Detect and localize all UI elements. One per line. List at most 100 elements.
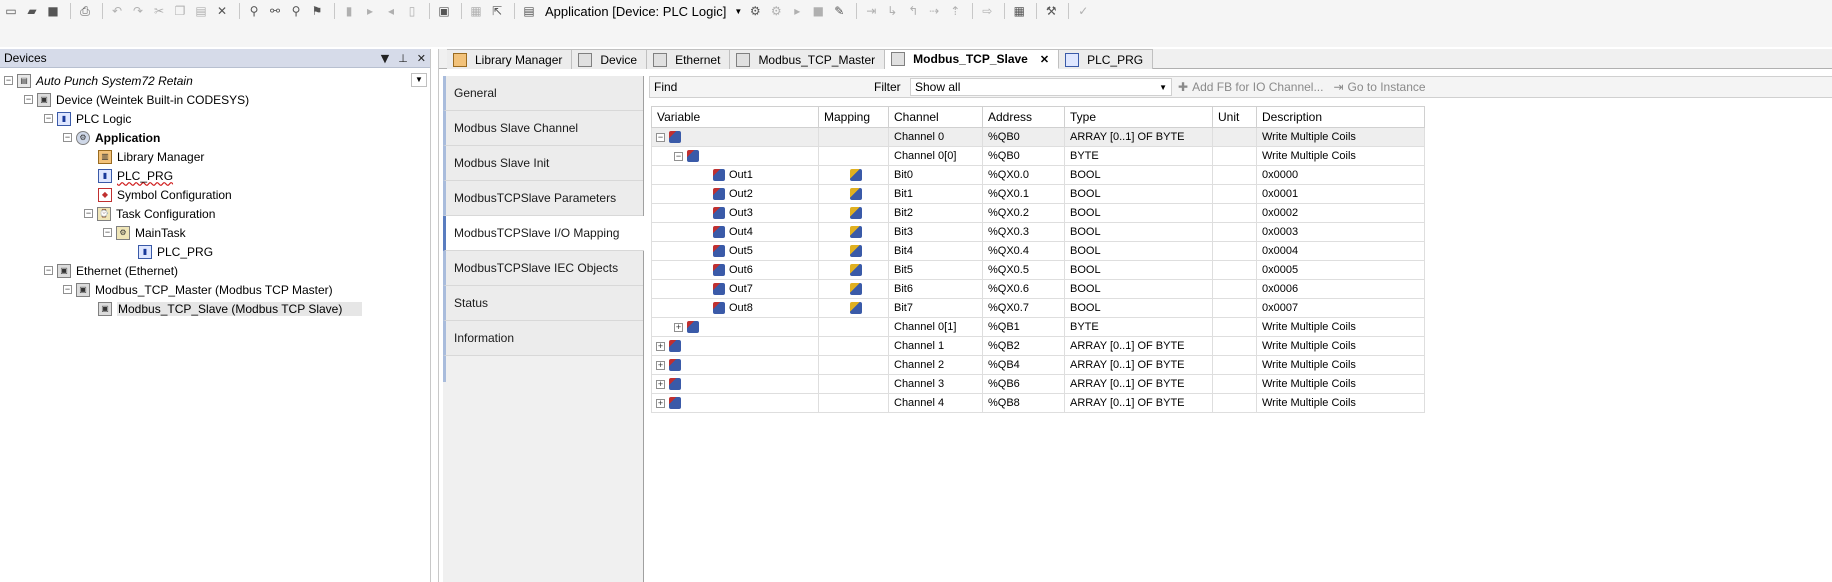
tree-dropdown-button[interactable]: ▼ <box>411 73 427 87</box>
mapping-cell[interactable] <box>818 317 889 337</box>
table-row[interactable]: Out1 Bit0 %QX0.0 BOOL 0x0000 <box>651 165 1425 185</box>
variable-cell[interactable]: + <box>651 393 819 413</box>
column-mapping[interactable]: Mapping <box>818 106 889 128</box>
step-out-icon[interactable]: ↰ <box>904 2 922 20</box>
expand-icon[interactable]: + <box>674 322 683 332</box>
go-to-instance-button[interactable]: ⇥ Go to Instance <box>1333 80 1425 94</box>
column-description[interactable]: Description <box>1256 106 1425 128</box>
mapping-cell[interactable] <box>818 184 889 204</box>
mapping-cell[interactable] <box>818 203 889 223</box>
mapping-cell[interactable] <box>818 222 889 242</box>
mapping-cell[interactable] <box>818 127 889 147</box>
tree-item-plc-logic[interactable]: − ▮ PLC Logic <box>0 109 430 128</box>
tree-item-task-configuration[interactable]: − ⌚ Task Configuration <box>0 204 430 223</box>
expand-icon[interactable]: + <box>656 360 665 370</box>
paste-icon[interactable]: ▤ <box>192 2 210 20</box>
column-type[interactable]: Type <box>1064 106 1213 128</box>
replace-icon[interactable]: ⚯ <box>266 2 284 20</box>
page-general[interactable]: General <box>443 76 643 111</box>
variable-cell[interactable]: Out5 <box>651 241 819 261</box>
mapping-cell[interactable] <box>818 393 889 413</box>
variable-cell[interactable]: Out4 <box>651 222 819 242</box>
expand-icon[interactable]: + <box>656 398 665 408</box>
page-modbustcpslave-parameters[interactable]: ModbusTCPSlave Parameters <box>443 181 643 216</box>
variable-cell[interactable]: + <box>651 317 819 337</box>
bookmark-search-icon[interactable]: ⚑ <box>308 2 326 20</box>
collapse-icon[interactable]: − <box>84 209 93 218</box>
collapse-icon[interactable]: − <box>24 95 33 104</box>
column-address[interactable]: Address <box>982 106 1065 128</box>
variable-cell[interactable]: + <box>651 355 819 375</box>
tree-item-application[interactable]: − ⚙ Application <box>0 128 430 147</box>
mapping-cell[interactable] <box>818 355 889 375</box>
cut-icon[interactable]: ✂ <box>150 2 168 20</box>
grid-icon[interactable]: ▦ <box>467 2 485 20</box>
table-row[interactable]: − Channel 0 %QB0 ARRAY [0..1] OF BYTE Write … <box>651 127 1425 147</box>
variable-cell[interactable]: Out6 <box>651 260 819 280</box>
page-modbus-slave-channel[interactable]: Modbus Slave Channel <box>443 111 643 146</box>
step-into-icon[interactable]: ↳ <box>883 2 901 20</box>
previous-bookmark-icon[interactable]: ◂ <box>382 2 400 20</box>
tab-library-manager[interactable]: Library Manager <box>447 49 573 69</box>
reset-icon[interactable]: ✎ <box>830 2 848 20</box>
variable-cell[interactable]: Out3 <box>651 203 819 223</box>
column-channel[interactable]: Channel <box>888 106 983 128</box>
active-application-selector[interactable]: Application [Device: PLC Logic] ▼ <box>545 4 742 19</box>
stop-icon[interactable]: ■ <box>809 2 827 20</box>
table-row[interactable]: Out6 Bit5 %QX0.5 BOOL 0x0005 <box>651 260 1425 280</box>
tree-item-device[interactable]: − ▣ Device (Weintek Built-in CODESYS) <box>0 90 430 109</box>
open-folder-icon[interactable]: ▰ <box>23 2 41 20</box>
mapping-cell[interactable] <box>818 279 889 299</box>
find-icon[interactable]: ⚲ <box>245 2 263 20</box>
variable-cell[interactable]: − <box>651 146 819 166</box>
mapping-cell[interactable] <box>818 298 889 318</box>
table-row[interactable]: + Channel 3 %QB6 ARRAY [0..1] OF BYTE Write … <box>651 374 1425 394</box>
mapping-cell[interactable] <box>818 336 889 356</box>
table-row[interactable]: − Channel 0[0] %QB0 BYTE Write Multiple Coil… <box>651 146 1425 166</box>
tab-modbus-tcp-master[interactable]: Modbus_TCP_Master <box>730 49 886 69</box>
tree-item-symbol-configuration[interactable]: ◆ Symbol Configuration <box>0 185 430 204</box>
undo-icon[interactable]: ↶ <box>108 2 126 20</box>
variable-cell[interactable]: + <box>651 336 819 356</box>
show-current-statement-icon[interactable]: ⇨ <box>978 2 996 20</box>
find-input[interactable]: Find <box>650 80 874 94</box>
step-over-icon[interactable]: ⇥ <box>862 2 880 20</box>
tree-item-modbus-tcp-slave[interactable]: ▣ Modbus_TCP_Slave (Modbus TCP Slave) <box>0 299 430 318</box>
pin-icon[interactable]: ⊥ <box>398 52 408 65</box>
table-row[interactable]: + Channel 4 %QB8 ARRAY [0..1] OF BYTE Write … <box>651 393 1425 413</box>
run-to-cursor-icon[interactable]: ⇢ <box>925 2 943 20</box>
copy-icon[interactable]: ❐ <box>171 2 189 20</box>
tab-plc-prg[interactable]: PLC_PRG <box>1059 49 1154 69</box>
variable-cell[interactable]: Out8 <box>651 298 819 318</box>
tree-item-plc-prg[interactable]: ▮ PLC_PRG <box>0 166 430 185</box>
column-variable[interactable]: Variable <box>651 106 819 128</box>
table-row[interactable]: Out7 Bit6 %QX0.6 BOOL 0x0006 <box>651 279 1425 299</box>
redo-icon[interactable]: ↷ <box>129 2 147 20</box>
new-file-icon[interactable]: ▭ <box>2 2 20 20</box>
export-icon[interactable]: ⇱ <box>488 2 506 20</box>
collapse-icon[interactable]: − <box>674 151 683 161</box>
tree-item-maintask[interactable]: − ⚙ MainTask <box>0 223 430 242</box>
collapse-icon[interactable]: − <box>63 133 72 142</box>
page-modbus-slave-init[interactable]: Modbus Slave Init <box>443 146 643 181</box>
filter-dropdown[interactable]: Show all ▼ <box>910 78 1172 96</box>
variable-cell[interactable]: Out2 <box>651 184 819 204</box>
tree-item-plc-prg-call[interactable]: ▮ PLC_PRG <box>0 242 430 261</box>
tree-item-modbus-tcp-master[interactable]: − ▣ Modbus_TCP_Master (Modbus TCP Master… <box>0 280 430 299</box>
bookmark-icon[interactable]: ▮ <box>340 2 358 20</box>
table-row[interactable]: Out2 Bit1 %QX0.1 BOOL 0x0001 <box>651 184 1425 204</box>
save-icon[interactable]: ■ <box>44 2 62 20</box>
find-in-project-icon[interactable]: ⚲ <box>287 2 305 20</box>
table-row[interactable]: Out5 Bit4 %QX0.4 BOOL 0x0004 <box>651 241 1425 261</box>
table-row[interactable]: + Channel 0[1] %QB1 BYTE Write Multiple Coil… <box>651 317 1425 337</box>
expand-icon[interactable]: + <box>656 379 665 389</box>
next-bookmark-icon[interactable]: ▸ <box>361 2 379 20</box>
variable-cell[interactable]: Out1 <box>651 165 819 185</box>
device-icon[interactable]: ▣ <box>435 2 453 20</box>
collapse-icon[interactable]: − <box>103 228 112 237</box>
collapse-icon[interactable]: − <box>44 114 53 123</box>
application-icon[interactable]: ▤ <box>520 2 538 20</box>
tab-device[interactable]: Device <box>572 49 648 69</box>
tree-item-library-manager[interactable]: ▥ Library Manager <box>0 147 430 166</box>
mapping-cell[interactable] <box>818 165 889 185</box>
